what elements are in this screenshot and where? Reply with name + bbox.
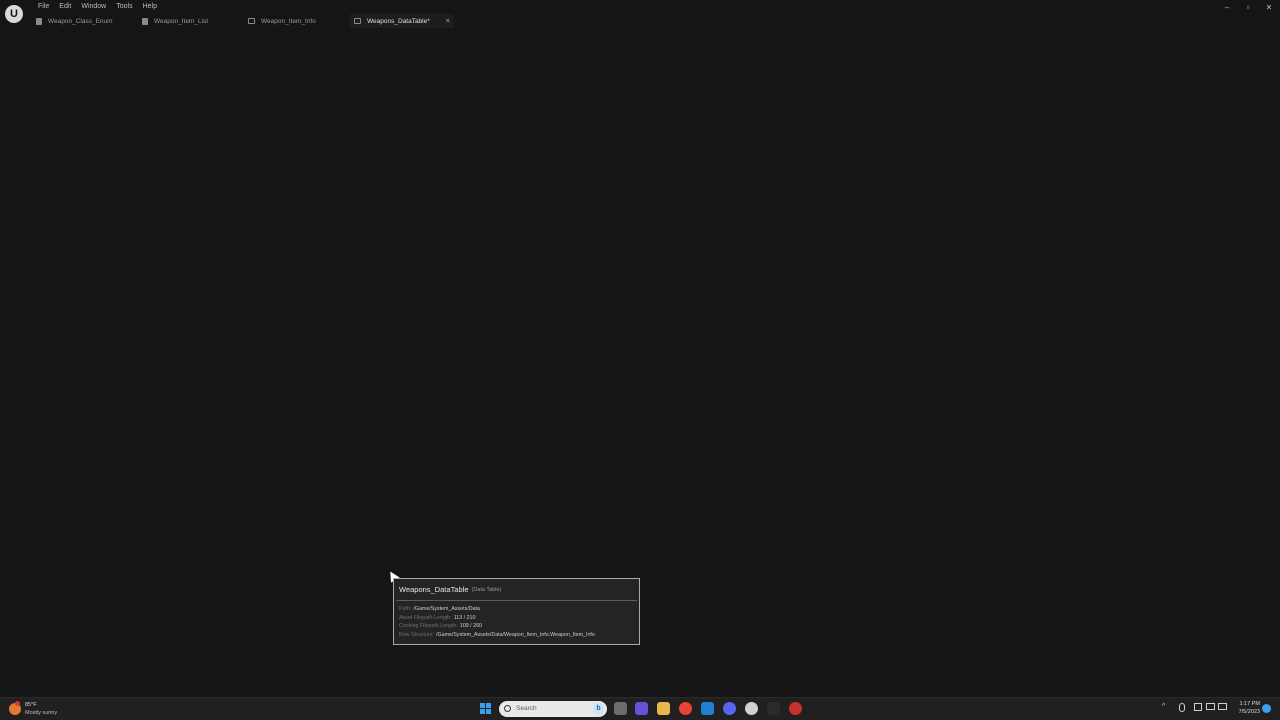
tooltip-row-row-structure: Row Structure:/Game/System_Assets/Data/W…	[399, 631, 634, 640]
tray-chevron-icon[interactable]: ^	[1162, 703, 1165, 710]
tooltip-row-asset-filepath: Asset Filepath Length: 113 / 210	[399, 614, 634, 623]
start-tile	[480, 709, 485, 714]
folder-icon[interactable]	[657, 702, 670, 715]
wifi-icon[interactable]	[1206, 703, 1215, 710]
display-icon[interactable]	[1194, 703, 1202, 711]
tab-weapon-item-list[interactable]: Weapon_Item_List	[142, 14, 208, 28]
windows-start-icon[interactable]	[480, 703, 491, 714]
tab-weapon-item-info[interactable]: Weapon_Item_Info	[248, 14, 316, 28]
table-icon	[354, 18, 361, 24]
document-icon	[36, 17, 42, 25]
tooltip-asset-name: Weapons_DataTable	[399, 585, 469, 594]
struct-icon	[248, 18, 255, 24]
tooltip-header: Weapons_DataTable (Data Table)	[396, 579, 637, 601]
tab-label: Weapon_Item_Info	[261, 17, 316, 25]
menu-bar: File Edit Window Tools Help	[33, 1, 162, 12]
bing-icon[interactable]: b	[593, 703, 604, 714]
menu-window[interactable]: Window	[76, 1, 111, 12]
tooltip-value: /Game/System_Assets/Data	[413, 606, 480, 612]
tab-weapon-class-enum[interactable]: Weapon_Class_Enum	[36, 14, 113, 28]
unreal-icon[interactable]	[745, 702, 758, 715]
tooltip-row-path: Path:/Game/System_Assets/Data	[399, 605, 634, 614]
microphone-icon[interactable]	[1179, 703, 1185, 712]
tab-label: Weapons_DataTable*	[367, 17, 430, 25]
chrome-icon[interactable]	[679, 702, 692, 715]
document-icon	[142, 17, 148, 25]
clock-time[interactable]: 1:17 PM	[1232, 701, 1260, 707]
tooltip-body: Path:/Game/System_Assets/Data Asset File…	[394, 601, 639, 639]
start-tile	[486, 703, 491, 708]
tooltip-key: Asset Filepath Length:	[399, 614, 452, 621]
weather-temperature[interactable]: 85°F	[25, 702, 37, 708]
start-tile	[486, 709, 491, 714]
tooltip-value: 113 / 210	[453, 614, 476, 621]
tab-label: Weapon_Item_List	[154, 17, 209, 25]
tooltip-key: Row Structure:	[399, 631, 435, 638]
tab-weapons-datatable[interactable]: Weapons_DataTable* ×	[350, 14, 454, 28]
title-bar: U File Edit Window Tools Help Weapon_Cla…	[0, 0, 1280, 30]
tooltip-value: 109 / 260	[459, 623, 482, 629]
discord-icon[interactable]	[723, 702, 736, 715]
start-tile	[480, 703, 485, 708]
menu-file[interactable]: File	[33, 1, 54, 12]
epic-icon[interactable]	[767, 702, 780, 715]
weather-description[interactable]: Mostly sunny	[25, 710, 57, 716]
search-icon	[504, 705, 511, 712]
tooltip-value: /Game/System_Assets/Data/Weapon_Item_Inf…	[436, 631, 595, 638]
close-icon[interactable]: ×	[446, 18, 450, 25]
tooltip-key: Path:	[399, 606, 412, 612]
editor-canvas	[0, 30, 1280, 697]
close-button[interactable]: ✕	[1263, 3, 1275, 12]
vscode-icon[interactable]	[701, 702, 714, 715]
tooltip-row-cooking-filepath: Cooking Filepath Length: 109 / 260	[399, 622, 634, 631]
windows-taskbar: 85°F Mostly sunny Search b ^ 1:17 PM 7/5…	[0, 697, 1280, 720]
clock-date[interactable]: 7/5/2023	[1232, 709, 1260, 715]
tab-label: Weapon_Class_Enum	[48, 17, 113, 25]
weather-alert-badge	[15, 701, 20, 706]
obs-icon[interactable]	[789, 702, 802, 715]
minimize-button[interactable]: –	[1221, 3, 1233, 12]
volume-icon[interactable]	[1218, 703, 1227, 710]
menu-help[interactable]: Help	[138, 1, 162, 12]
taskbar-search-box[interactable]: Search b	[499, 701, 607, 717]
unreal-logo-icon[interactable]: U	[5, 5, 23, 23]
search-placeholder: Search	[516, 705, 537, 712]
chat-icon[interactable]	[635, 702, 648, 715]
file-manager-icon[interactable]	[614, 702, 627, 715]
maximize-button[interactable]: ▫	[1242, 3, 1254, 12]
menu-edit[interactable]: Edit	[54, 1, 76, 12]
notification-icon[interactable]	[1262, 704, 1271, 713]
menu-tools[interactable]: Tools	[111, 1, 137, 12]
tooltip-asset-type: (Data Table)	[471, 586, 502, 593]
tooltip-key: Cooking Filepath Length:	[399, 623, 458, 629]
asset-tooltip: Weapons_DataTable (Data Table) Path:/Gam…	[393, 578, 640, 645]
